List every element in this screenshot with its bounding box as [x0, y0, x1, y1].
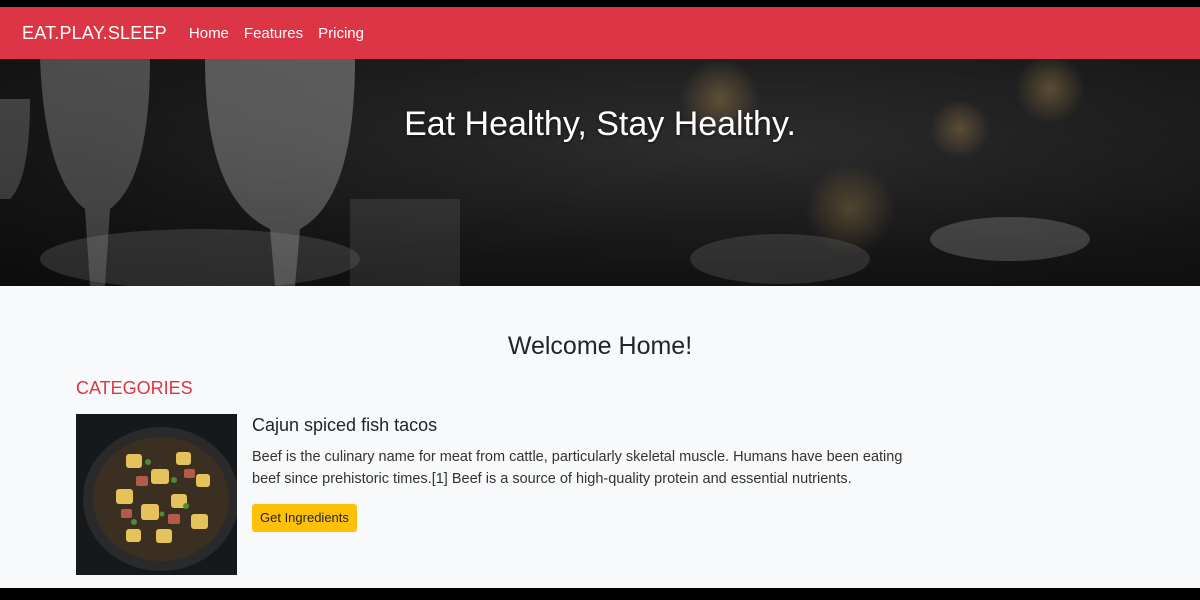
recipe-description: Beef is the culinary name for meat from …	[252, 449, 903, 487]
welcome-heading: Welcome Home!	[507, 332, 693, 360]
get-ingredients-button[interactable]: Get Ingredients	[252, 504, 357, 532]
nav-link-pricing[interactable]: Pricing	[318, 25, 364, 42]
hero-background-image	[0, 59, 1200, 286]
hero-banner: Eat Healthy, Stay Healthy.	[0, 59, 1200, 286]
nav-link-features[interactable]: Features	[244, 25, 303, 42]
main-content: Welcome Home! CATEGORIES Cajun spiced fi…	[0, 286, 1200, 588]
recipe-image	[76, 414, 237, 575]
page-frame: EAT.PLAY.SLEEP Home Features Pricing Eat…	[0, 7, 1200, 588]
recipe-title: Cajun spiced fish tacos	[252, 415, 438, 435]
hero-title: Eat Healthy, Stay Healthy.	[404, 105, 796, 143]
brand-logo[interactable]: EAT.PLAY.SLEEP	[22, 23, 167, 44]
nav-link-home[interactable]: Home	[189, 25, 229, 42]
categories-heading: CATEGORIES	[76, 378, 193, 398]
navbar: EAT.PLAY.SLEEP Home Features Pricing	[0, 7, 1200, 59]
